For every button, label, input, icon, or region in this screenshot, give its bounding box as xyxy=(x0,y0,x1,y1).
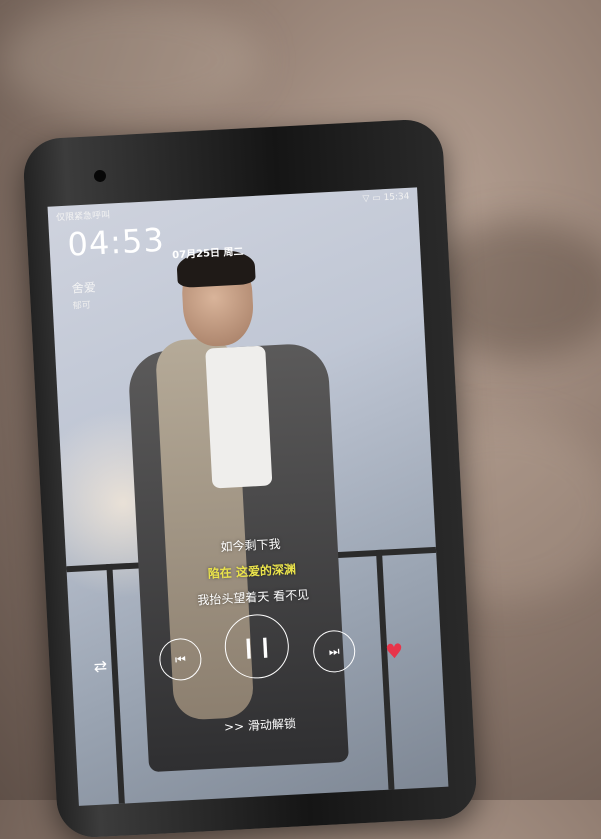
phone: 仅限紧急呼叫 ▽ ▭ 15:34 04:53 07月25日 周二 舍爱 郁可 如… xyxy=(22,118,479,839)
lock-screen: 仅限紧急呼叫 ▽ ▭ 15:34 04:53 07月25日 周二 舍爱 郁可 如… xyxy=(47,187,449,806)
artist-photo-shirt xyxy=(205,345,273,489)
system-status-icons: ▽ ▭ 15:34 xyxy=(362,191,410,205)
bedsheet-fold xyxy=(0,0,260,120)
song-artist: 郁可 xyxy=(72,300,92,312)
next-icon: ⏭ xyxy=(328,643,340,659)
carrier-status: 仅限紧急呼叫 xyxy=(55,210,111,224)
clock-time: 04:53 xyxy=(66,220,166,264)
song-title: 舍爱 xyxy=(71,280,97,296)
previous-icon: ⏮ xyxy=(174,651,187,667)
shuffle-icon[interactable]: ⇄ xyxy=(93,656,107,676)
pause-icon: ❙❙ xyxy=(239,633,275,660)
heart-icon[interactable]: ♥ xyxy=(385,639,404,664)
front-camera xyxy=(93,169,107,183)
